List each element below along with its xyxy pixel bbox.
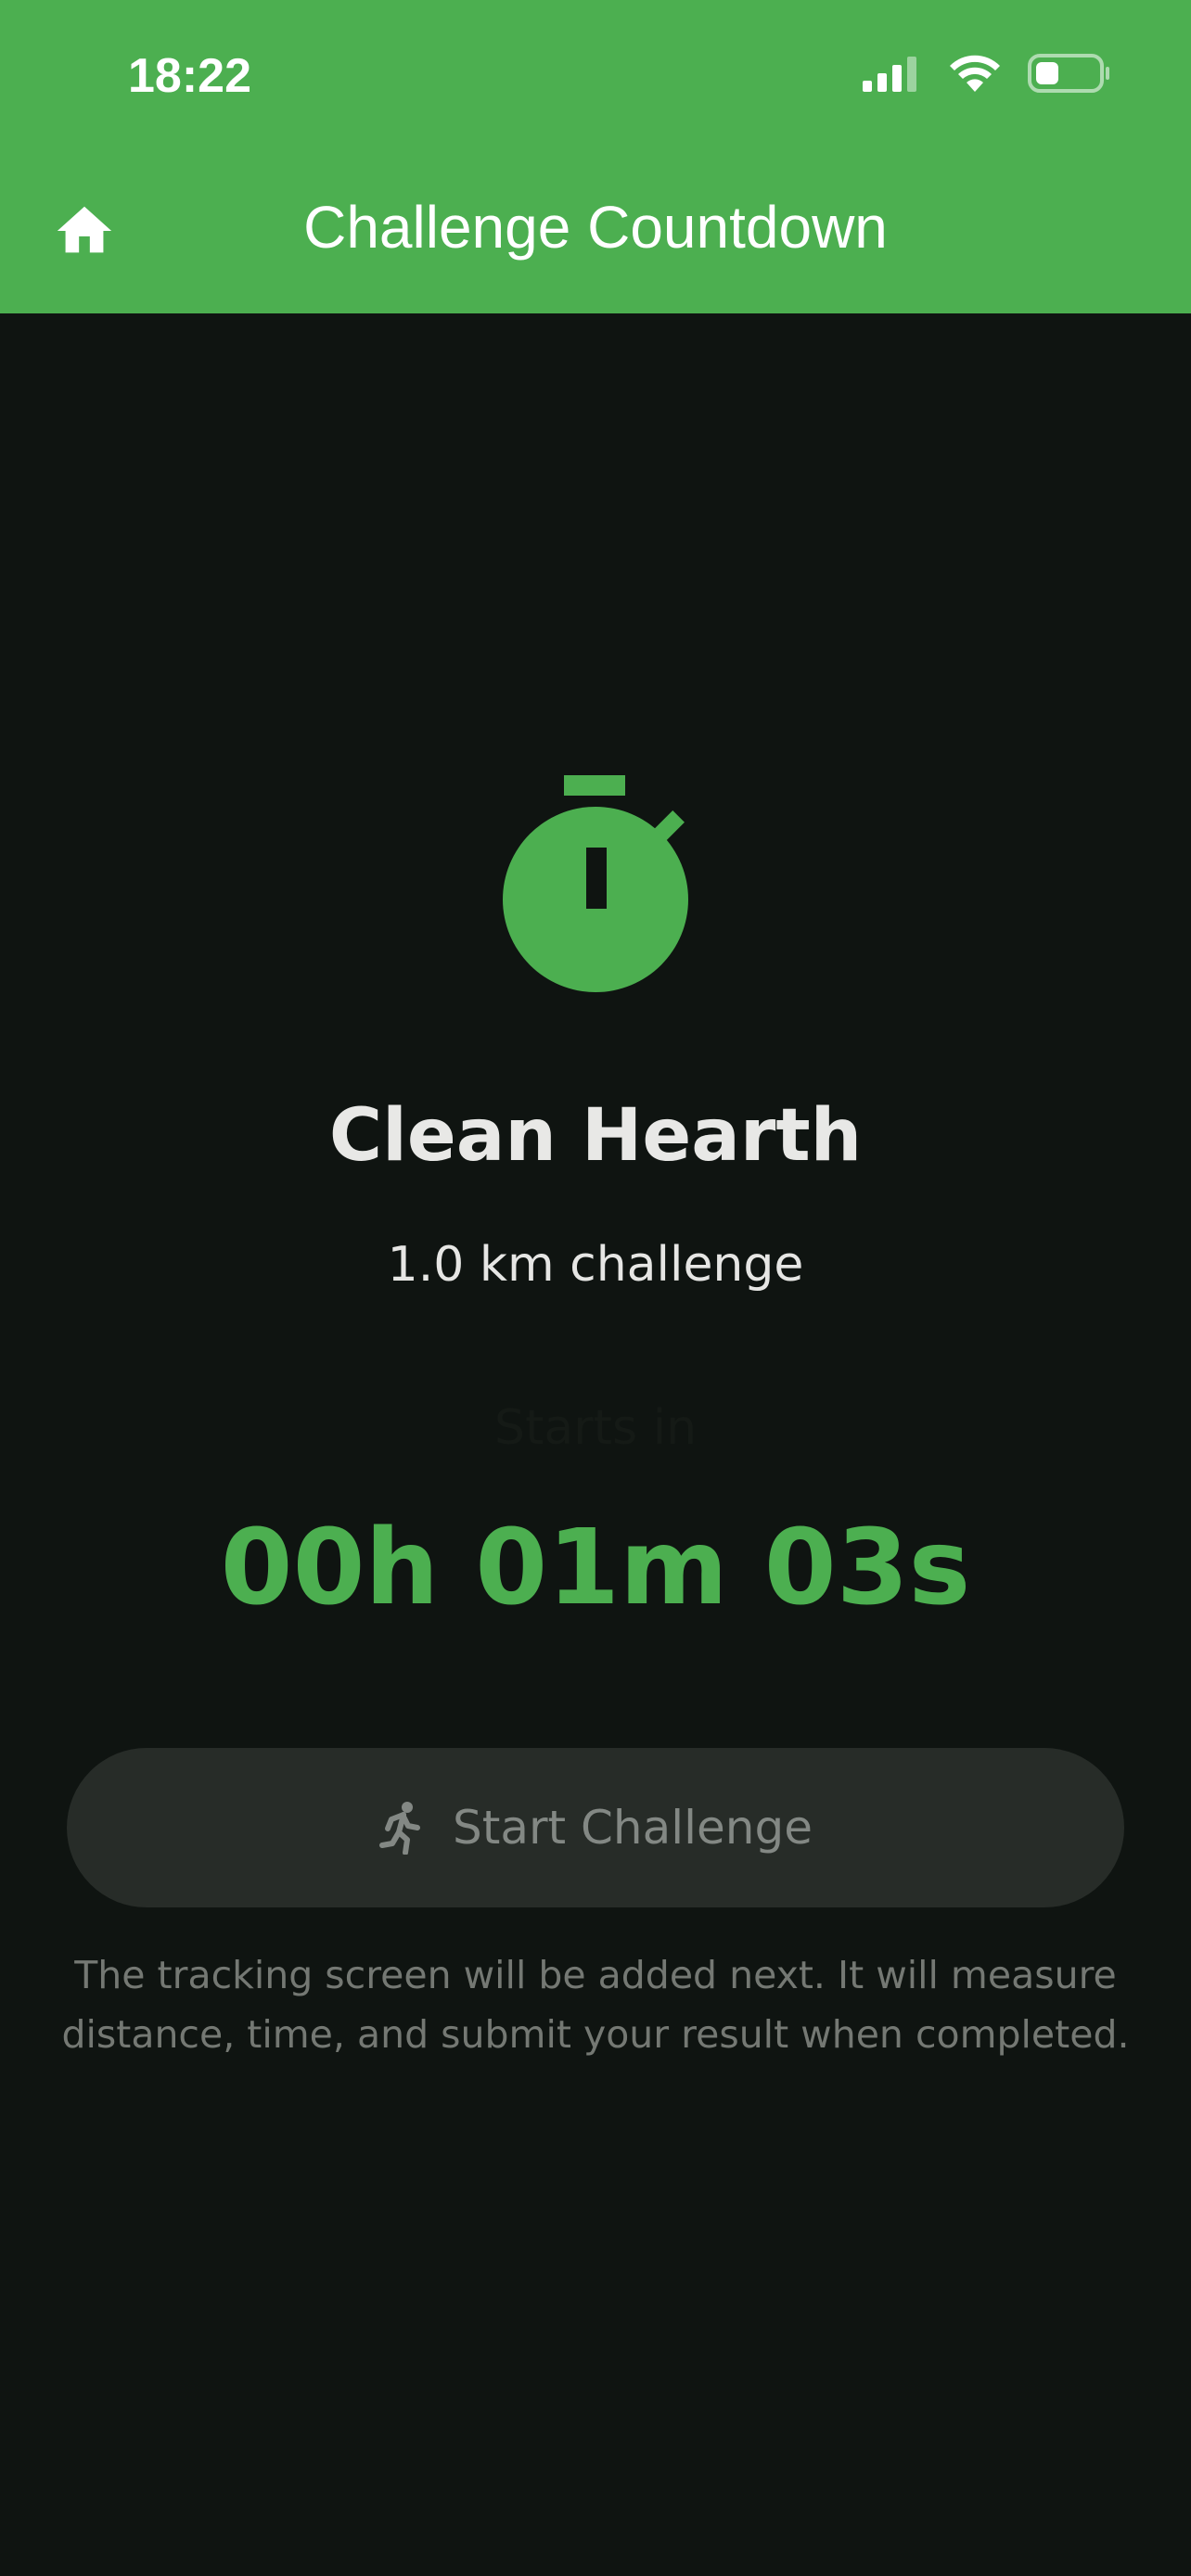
- cellular-signal-icon: [863, 57, 916, 92]
- app-header: 18:22 Challenge Countdown: [0, 0, 1191, 313]
- challenge-distance: 1.0 km challenge: [387, 1237, 804, 1293]
- countdown-timer: 00h 01m 03s: [220, 1508, 971, 1628]
- start-challenge-button[interactable]: Start Challenge: [67, 1748, 1124, 1907]
- stopwatch-icon: [503, 775, 688, 992]
- start-button-label: Start Challenge: [452, 1801, 813, 1855]
- wifi-icon: [950, 55, 1000, 92]
- page-title: Challenge Countdown: [303, 194, 888, 261]
- starts-in-label: Starts in: [493, 1400, 698, 1456]
- battery-icon: [1028, 54, 1109, 93]
- status-time: 18:22: [128, 49, 251, 103]
- challenge-name: Clean Hearth: [328, 1094, 863, 1178]
- info-text: The tracking screen will be added next. …: [61, 1953, 1130, 2057]
- runner-icon: [378, 1802, 420, 1855]
- status-icons: [863, 54, 1111, 93]
